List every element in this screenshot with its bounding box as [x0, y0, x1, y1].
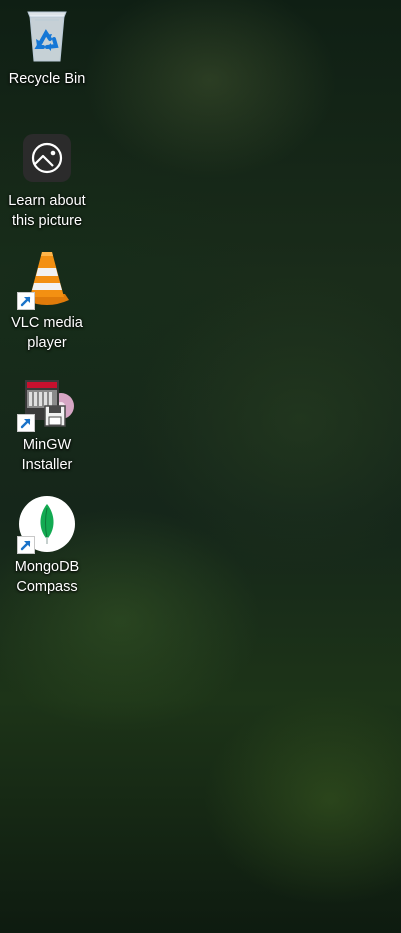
desktop-icon-label: Learn about this picture — [8, 193, 86, 229]
desktop-icon-vlc-media-player[interactable]: VLC media player — [2, 250, 92, 353]
desktop-icon-mingw-installer[interactable]: MinGW Installer — [2, 372, 92, 475]
desktop-icon-label: MinGW Installer — [21, 437, 73, 473]
desktop-icon-mongodb-compass[interactable]: MongoDB Compass — [2, 494, 92, 597]
shortcut-arrow-icon — [17, 414, 35, 432]
shortcut-arrow-icon — [17, 292, 35, 310]
desktop-icon-label: Recycle Bin — [8, 71, 86, 87]
desktop-icon-label: VLC media player — [11, 315, 83, 351]
desktop-icon-learn-about-picture[interactable]: Learn about this picture — [2, 128, 92, 231]
vlc-cone-icon — [17, 250, 77, 310]
desktop[interactable]: Recycle Bin Learn about this picture VLC… — [0, 0, 401, 933]
shortcut-arrow-icon — [17, 536, 35, 554]
desktop-icon-label: MongoDB Compass — [14, 559, 80, 595]
mingw-installer-icon — [17, 372, 77, 432]
learn-about-picture-icon — [17, 128, 77, 188]
desktop-icon-recycle-bin[interactable]: Recycle Bin — [2, 6, 92, 89]
recycle-bin-icon — [17, 6, 77, 66]
mongodb-leaf-icon — [17, 494, 77, 554]
